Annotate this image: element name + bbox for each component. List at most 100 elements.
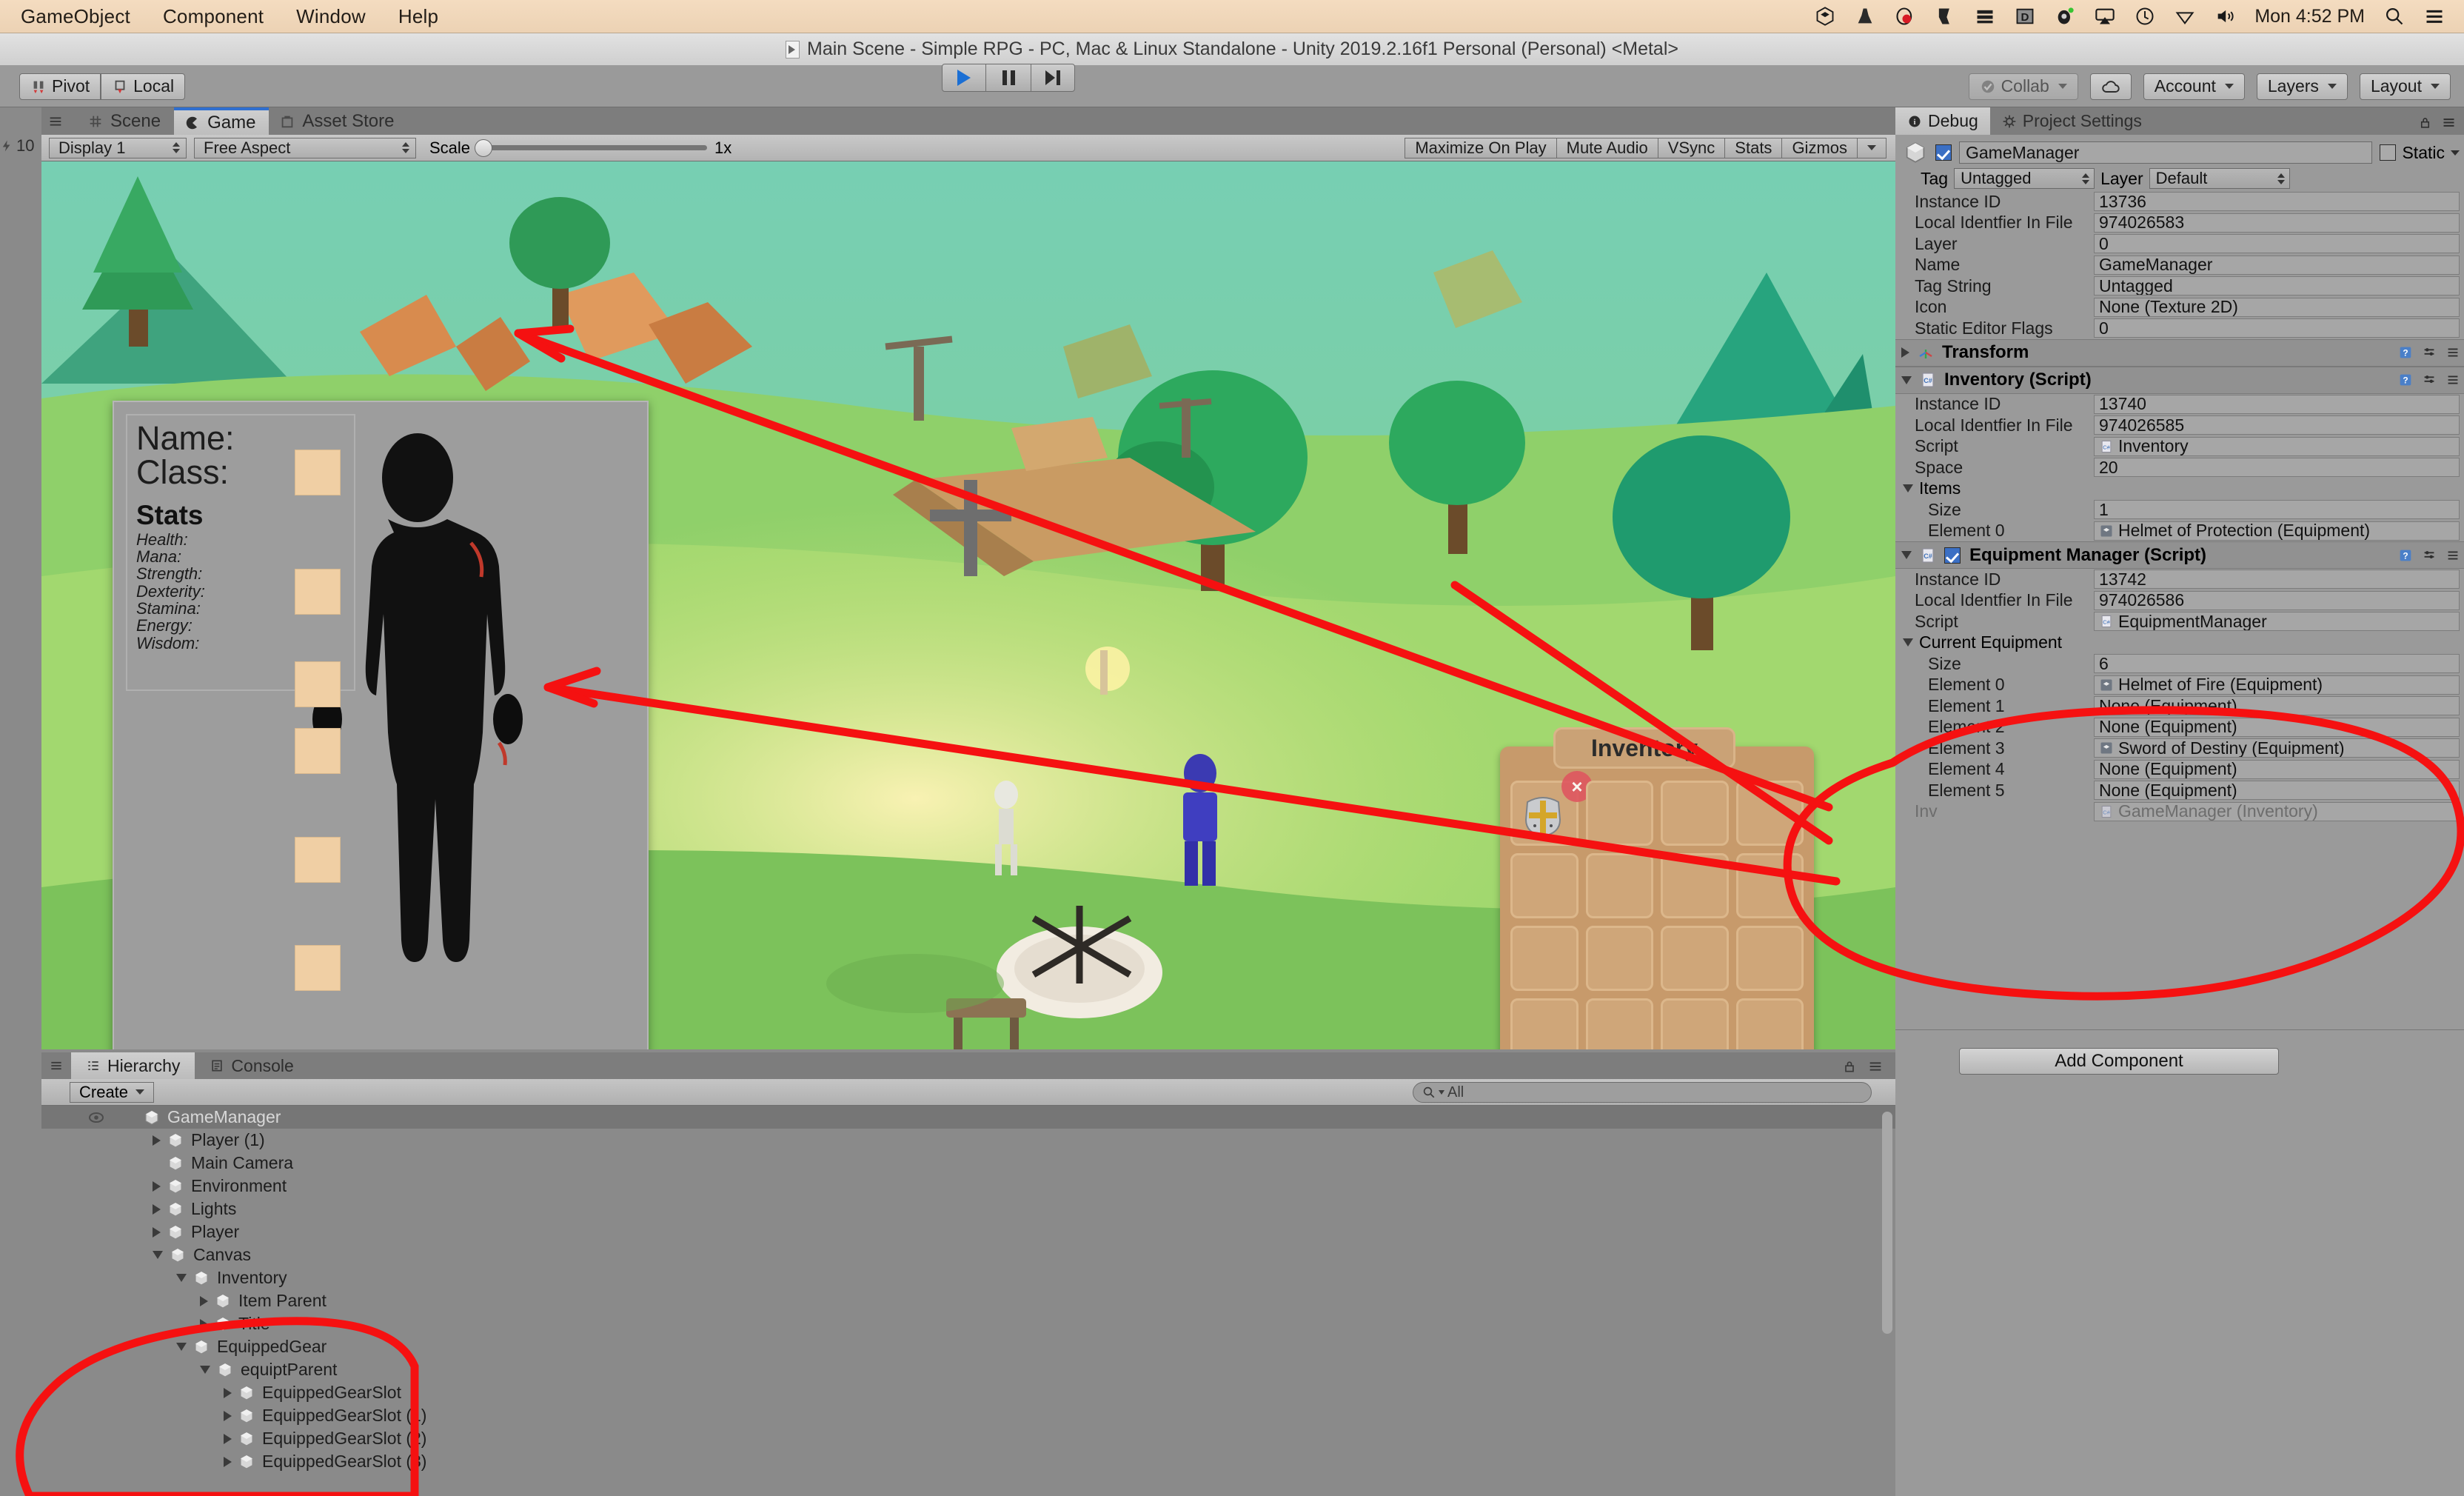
layout-button[interactable]: Layout bbox=[2359, 73, 2451, 100]
lock-icon[interactable] bbox=[1842, 1058, 1857, 1075]
tab-scene[interactable]: Scene bbox=[77, 107, 174, 135]
inventory-items-value-element-0[interactable]: Helmet of Protection (Equipment) bbox=[2094, 521, 2460, 541]
equipment-manager-enabled-checkbox[interactable] bbox=[1944, 547, 1961, 564]
lock-icon[interactable] bbox=[2418, 115, 2432, 130]
chevron-right-icon[interactable] bbox=[153, 1135, 161, 1146]
equipped-gear-slot-weapon[interactable] bbox=[295, 728, 341, 774]
equipped-gear-slot-legs[interactable] bbox=[295, 837, 341, 883]
chevron-down-icon[interactable] bbox=[176, 1343, 187, 1351]
panel-menu-left[interactable] bbox=[41, 107, 77, 135]
dropbox-icon[interactable]: D bbox=[2015, 6, 2035, 27]
current-equipment-value-size[interactable]: 6 bbox=[2094, 654, 2460, 674]
chevron-right-icon[interactable] bbox=[153, 1226, 161, 1238]
hierarchy-item-inventory[interactable]: Inventory bbox=[41, 1266, 1895, 1289]
hierarchy-item-environment[interactable]: Environment bbox=[41, 1175, 1895, 1198]
tag-dropdown[interactable]: Untagged bbox=[1954, 168, 2095, 189]
pivot-button[interactable]: Pivot bbox=[19, 73, 101, 100]
inventory-slot[interactable] bbox=[1661, 926, 1729, 991]
inventory-slot[interactable] bbox=[1585, 853, 1653, 918]
hierarchy-item-gamemanager[interactable]: GameManager bbox=[41, 1106, 1895, 1129]
gameobject-name-input[interactable]: GameManager bbox=[1959, 141, 2373, 164]
tab-asset-store[interactable]: Asset Store bbox=[269, 107, 407, 135]
inventory-slot[interactable] bbox=[1661, 853, 1729, 918]
current-equipment-value-element-4[interactable]: None (Equipment) bbox=[2094, 759, 2460, 779]
inventory-slot[interactable] bbox=[1585, 781, 1653, 846]
hierarchy-search-input[interactable]: All bbox=[1413, 1082, 1872, 1103]
cloud-button[interactable] bbox=[2089, 73, 2132, 100]
chevron-down-icon[interactable] bbox=[2451, 150, 2460, 156]
scale-slider[interactable] bbox=[475, 139, 708, 157]
hierarchy-item-player[interactable]: Player bbox=[41, 1220, 1895, 1243]
layer-dropdown[interactable]: Default bbox=[2149, 168, 2290, 189]
gameobject-value-icon[interactable]: None (Texture 2D) bbox=[2094, 297, 2460, 317]
chevron-right-icon[interactable] bbox=[224, 1456, 232, 1467]
current-equipment-value-element-0[interactable]: Helmet of Fire (Equipment) bbox=[2094, 675, 2460, 695]
inventory-slot[interactable] bbox=[1735, 998, 1804, 1049]
static-checkbox[interactable] bbox=[2380, 144, 2397, 161]
chevron-right-icon[interactable] bbox=[200, 1295, 208, 1306]
inventory-value-local-identfier-in-file[interactable]: 974026585 bbox=[2094, 415, 2460, 435]
equipment-manager-value-local-identfier-in-file[interactable]: 974026586 bbox=[2094, 590, 2460, 610]
preset-sliders-icon[interactable] bbox=[2421, 372, 2437, 388]
inventory-slot[interactable] bbox=[1661, 781, 1729, 846]
inventory-slot[interactable] bbox=[1585, 998, 1653, 1049]
airplay-icon[interactable] bbox=[2095, 6, 2115, 27]
hierarchy-item-lights[interactable]: Lights bbox=[41, 1198, 1895, 1220]
chevron-down-icon[interactable] bbox=[176, 1274, 187, 1282]
stack-icon[interactable] bbox=[1975, 6, 1995, 27]
equipment-manager-value-instance-id[interactable]: 13742 bbox=[2094, 570, 2460, 590]
equipped-gear-slot-hands[interactable] bbox=[295, 661, 341, 707]
chevron-right-icon[interactable] bbox=[153, 1181, 161, 1192]
layers-button[interactable]: Layers bbox=[2256, 73, 2348, 100]
gizmos-button[interactable]: Gizmos bbox=[1781, 137, 1857, 158]
component-menu-icon[interactable] bbox=[2445, 547, 2461, 564]
unity-icon[interactable] bbox=[1815, 6, 1835, 27]
opera-icon[interactable] bbox=[1895, 6, 1915, 27]
current-equipment-value-element-2[interactable]: None (Equipment) bbox=[2094, 717, 2460, 737]
gameobject-enabled-checkbox[interactable] bbox=[1935, 144, 1952, 161]
collab-button[interactable]: Collab bbox=[1968, 73, 2078, 100]
inventory-slot[interactable] bbox=[1510, 998, 1578, 1049]
character-equipment-panel[interactable]: Name: Class: Stats Health: Mana: Strengt… bbox=[113, 401, 649, 1049]
chevron-down-icon[interactable] bbox=[1903, 638, 1913, 647]
mute-audio-button[interactable]: Mute Audio bbox=[1556, 137, 1658, 158]
time-machine-icon[interactable] bbox=[2135, 6, 2155, 27]
visibility-eye-icon[interactable] bbox=[87, 1109, 105, 1126]
hierarchy-item-title[interactable]: Title bbox=[41, 1312, 1895, 1335]
tab-console[interactable]: Console bbox=[195, 1052, 308, 1079]
component-header-inventory[interactable]: C# Inventory (Script) ? bbox=[1895, 366, 2464, 394]
menu-window[interactable]: Window bbox=[280, 5, 382, 28]
gameobject-value-local-identfier-in-file[interactable]: 974026583 bbox=[2094, 213, 2460, 233]
tab-project-settings[interactable]: Project Settings bbox=[1990, 107, 2154, 135]
help-book-icon[interactable]: ? bbox=[2397, 547, 2414, 564]
component-header-transform[interactable]: Transform ? bbox=[1895, 338, 2464, 367]
scale-slider-knob[interactable] bbox=[475, 139, 493, 157]
hierarchy-item-main-camera[interactable]: Main Camera bbox=[41, 1152, 1895, 1175]
chevron-down-icon[interactable] bbox=[153, 1251, 163, 1259]
inventory-slot[interactable] bbox=[1735, 853, 1804, 918]
tab-debug[interactable]: i Debug bbox=[1895, 107, 1990, 135]
panel-menu-left[interactable] bbox=[41, 1052, 71, 1079]
add-component-button[interactable]: Add Component bbox=[1959, 1048, 2279, 1075]
gameobject-value-static-editor-flags[interactable]: 0 bbox=[2094, 318, 2460, 338]
items-group-header[interactable]: Items bbox=[1895, 478, 2464, 500]
equipped-gear-slot-chest[interactable] bbox=[295, 569, 341, 615]
inventory-slot[interactable] bbox=[1661, 998, 1729, 1049]
current-equipment-group-header[interactable]: Current Equipment bbox=[1895, 632, 2464, 654]
equipped-gear-slot-head[interactable] bbox=[295, 450, 341, 495]
pause-button[interactable] bbox=[986, 64, 1031, 92]
panel-menu-icon[interactable] bbox=[2441, 115, 2457, 130]
chevron-right-icon[interactable] bbox=[224, 1410, 232, 1421]
create-button[interactable]: Create bbox=[70, 1081, 155, 1103]
hierarchy-item-equiptparent[interactable]: equiptParent bbox=[41, 1358, 1895, 1381]
anaconda-icon[interactable] bbox=[1935, 6, 1955, 27]
component-menu-icon[interactable] bbox=[2445, 344, 2461, 361]
account-button[interactable]: Account bbox=[2143, 73, 2245, 100]
help-book-icon[interactable]: ? bbox=[2397, 372, 2414, 388]
gameobject-value-layer[interactable]: 0 bbox=[2094, 234, 2460, 254]
chevron-down-icon[interactable] bbox=[1901, 375, 1912, 384]
hierarchy-item-equippedgearslot-3[interactable]: EquippedGearSlot (3) bbox=[41, 1450, 1895, 1473]
gameobject-value-instance-id[interactable]: 13736 bbox=[2094, 192, 2460, 212]
inventory-slot[interactable] bbox=[1735, 926, 1804, 991]
game-render-area[interactable]: Name: Class: Stats Health: Mana: Strengt… bbox=[41, 161, 1895, 1049]
